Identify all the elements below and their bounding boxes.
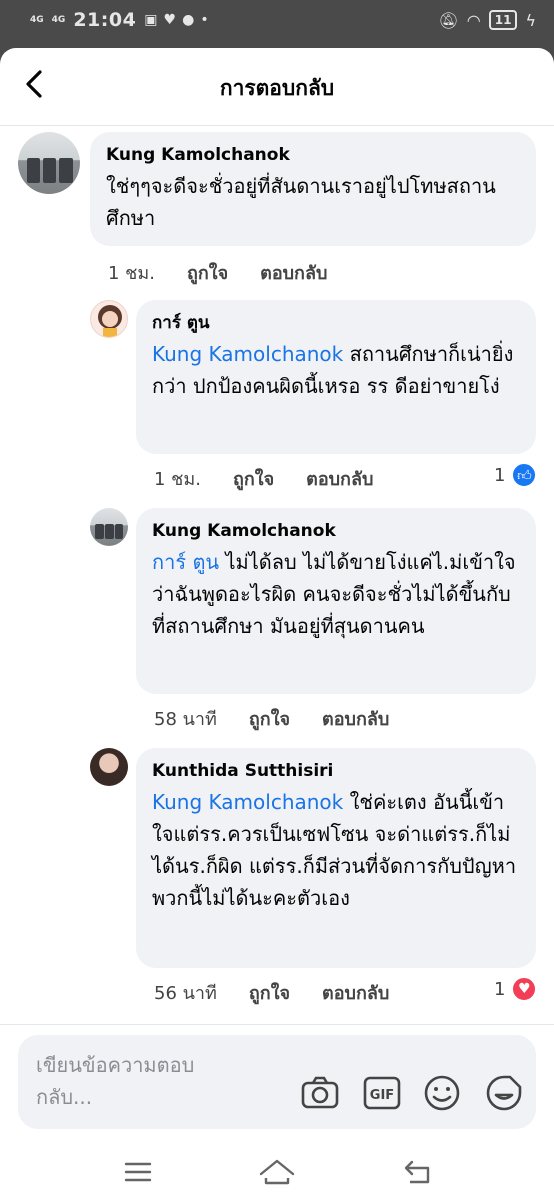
reply-input[interactable]: เขียนข้อความตอบกลับ... GIF xyxy=(18,1035,536,1129)
comment-time: 58 นาที xyxy=(154,709,217,730)
mute-icon: 🔕︎ xyxy=(438,10,459,30)
reaction-summary[interactable]: 1 👍︎ xyxy=(494,462,538,488)
reply-button[interactable]: ตอบกลับ xyxy=(322,704,389,733)
avatar[interactable] xyxy=(18,132,80,194)
cartoon-avatar-icon xyxy=(98,305,122,337)
mention-link[interactable]: Kung Kamolchanok xyxy=(152,790,343,814)
comment-author[interactable]: Kung Kamolchanok xyxy=(152,520,520,542)
notification-icon: ▣ xyxy=(144,12,158,28)
charging-icon: ϟ xyxy=(525,10,536,30)
comment-author[interactable]: Kung Kamolchanok xyxy=(106,144,520,166)
like-button[interactable]: ถูกใจ xyxy=(233,464,274,493)
avatar[interactable] xyxy=(90,508,128,546)
reply-button[interactable]: ตอบกลับ xyxy=(260,258,327,287)
comment-author[interactable]: Kunthida Sutthisiri xyxy=(152,760,520,782)
menu-icon[interactable] xyxy=(118,1152,158,1192)
network-indicator-1: 4G xyxy=(30,14,44,25)
comment-bubble: การ์ ตูน Kung Kamolchanok สถานศึกษาก็เน่… xyxy=(136,300,536,454)
comment-time: 1 ชม. xyxy=(154,469,201,490)
reply-button[interactable]: ตอบกลับ xyxy=(306,464,373,493)
comment-text: การ์ ตูน ไม่ได้ลบ ไม่ได้ขายโง่แค่ไ.ม่เข้… xyxy=(152,546,520,642)
status-time: 21:04 xyxy=(73,9,137,31)
comment-text: Kung Kamolchanok ใช่ค่ะเตง อันนี้เข้าใจแ… xyxy=(152,786,520,914)
comment-actions: 56 นาที ถูกใจ ตอบกลับ xyxy=(154,978,389,1007)
back-icon[interactable] xyxy=(398,1152,438,1192)
network-indicator-2: 4G xyxy=(51,14,66,25)
comment-body: ใช่ๆๆจะดีจะชั่วอยู่ที่สันดานเราอยู่ไปโทษ… xyxy=(106,174,496,230)
sticker-icon[interactable] xyxy=(484,1073,524,1113)
reaction-summary[interactable]: 1 ♥ xyxy=(494,976,538,1002)
comment-author[interactable]: การ์ ตูน xyxy=(152,312,520,334)
comment-bubble: Kunthida Sutthisiri Kung Kamolchanok ใช่… xyxy=(136,748,536,968)
avatar[interactable] xyxy=(90,300,128,338)
comment-bubble: Kung Kamolchanok การ์ ตูน ไม่ได้ลบ ไม่ได… xyxy=(136,508,536,694)
comment-time: 1 ชม. xyxy=(108,263,155,284)
gif-icon[interactable]: GIF xyxy=(362,1073,402,1113)
comment-actions: 1 ชม. ถูกใจ ตอบกลับ xyxy=(108,258,327,287)
love-reaction-icon: ♥ xyxy=(511,976,538,1002)
comment-bubble: Kung Kamolchanok ใช่ๆๆจะดีจะชั่วอยู่ที่ส… xyxy=(90,132,536,246)
comment-text: ใช่ๆๆจะดีจะชั่วอยู่ที่สันดานเราอยู่ไปโทษ… xyxy=(106,170,520,234)
comment-time: 56 นาที xyxy=(154,983,217,1004)
comment-text: Kung Kamolchanok สถานศึกษาก็เน่ายิ่งกว่า… xyxy=(152,338,520,402)
more-notifications-icon: • xyxy=(200,12,209,28)
camera-icon[interactable] xyxy=(300,1073,340,1113)
like-button[interactable]: ถูกใจ xyxy=(187,258,228,287)
reaction-count: 1 xyxy=(494,978,506,1000)
mention-link[interactable]: การ์ ตูน xyxy=(152,550,219,574)
like-reaction-icon: 👍︎ xyxy=(511,462,538,488)
comment-actions: 1 ชม. ถูกใจ ตอบกลับ xyxy=(154,464,373,493)
page-title: การตอบกลับ xyxy=(219,76,335,100)
reaction-count: 1 xyxy=(494,464,506,486)
like-button[interactable]: ถูกใจ xyxy=(249,978,290,1007)
comment-actions: 58 นาที ถูกใจ ตอบกลับ xyxy=(154,704,389,733)
reply-composer-area: เขียนข้อความตอบกลับ... GIF xyxy=(0,1024,554,1144)
reply-button[interactable]: ตอบกลับ xyxy=(322,978,389,1007)
battery-indicator: 11 xyxy=(488,10,518,30)
replies-sheet: การตอบกลับ Kung Kamolchanok ใช่ๆๆจะดีจะช… xyxy=(0,48,554,1200)
emoji-icon[interactable] xyxy=(422,1073,462,1113)
home-icon[interactable] xyxy=(257,1152,297,1192)
svg-text:GIF: GIF xyxy=(370,1088,394,1103)
system-nav-bar xyxy=(0,1144,554,1200)
mention-link[interactable]: Kung Kamolchanok xyxy=(152,342,343,366)
messenger-icon: ● xyxy=(182,12,195,28)
avatar[interactable] xyxy=(90,748,128,786)
wifi-icon: ◠ xyxy=(466,10,481,30)
status-bar: 4G 4G 21:04 ▣ ♥ ● • 🔕︎ ◠ 11 ϟ xyxy=(0,0,554,44)
twitter-icon: ♥ xyxy=(163,12,177,28)
reply-placeholder: เขียนข้อความตอบกลับ... xyxy=(36,1053,195,1109)
header: การตอบกลับ xyxy=(0,48,554,126)
like-button[interactable]: ถูกใจ xyxy=(249,704,290,733)
